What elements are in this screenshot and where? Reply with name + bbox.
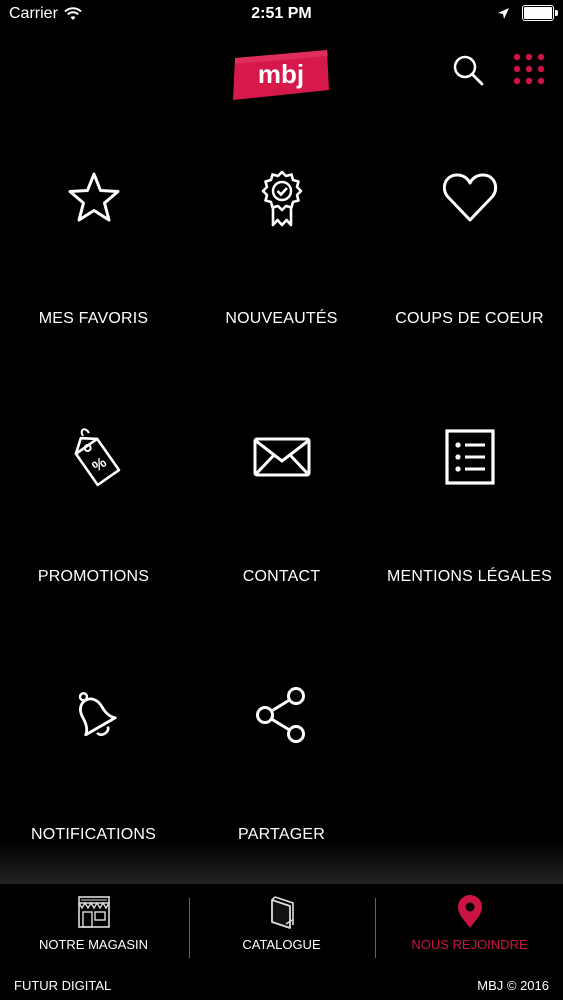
menu-item-label: CONTACT bbox=[242, 568, 321, 585]
status-bar: Carrier 2:51 PM bbox=[0, 0, 563, 30]
svg-text:mbj: mbj bbox=[258, 59, 304, 89]
menu-item-contact[interactable]: CONTACT bbox=[188, 388, 375, 646]
storefront-icon bbox=[77, 896, 110, 928]
menu-item-label: MENTIONS LÉGALES bbox=[386, 568, 553, 585]
menu-item-label: MES FAVORIS bbox=[38, 310, 149, 327]
search-icon[interactable] bbox=[450, 52, 486, 88]
nav-label: NOUS REJOINDRE bbox=[411, 937, 528, 952]
award-badge-icon bbox=[261, 170, 302, 227]
envelope-icon bbox=[253, 437, 310, 477]
footer-credit: FUTUR DIGITAL bbox=[14, 978, 112, 993]
svg-text:%: % bbox=[89, 454, 110, 476]
menu-item-label: COUPS DE COEUR bbox=[395, 310, 544, 327]
menu-item-label: NOUVEAUTÉS bbox=[225, 310, 338, 327]
footer: FUTUR DIGITAL MBJ © 2016 bbox=[0, 968, 563, 1000]
app-header: mbj bbox=[0, 30, 563, 110]
catalogue-icon bbox=[270, 896, 294, 929]
battery-icon bbox=[522, 5, 558, 21]
location-arrow-icon bbox=[498, 7, 509, 19]
footer-copyright: MBJ © 2016 bbox=[477, 978, 549, 993]
nav-nous-rejoindre[interactable]: NOUS REJOINDRE bbox=[376, 884, 563, 968]
menu-item-label: PROMOTIONS bbox=[37, 568, 150, 585]
map-pin-icon bbox=[457, 895, 482, 928]
status-right bbox=[497, 5, 558, 21]
clock: 2:51 PM bbox=[251, 5, 312, 22]
menu-item-nouveautes[interactable]: NOUVEAUTÉS bbox=[188, 130, 375, 388]
list-document-icon bbox=[444, 429, 495, 485]
menu-item-promotions[interactable]: % PROMOTIONS bbox=[0, 388, 187, 646]
star-icon bbox=[68, 172, 119, 222]
bottom-nav: NOTRE MAGASIN CATALOGUE NOUS REJOINDRE bbox=[0, 884, 563, 968]
percent-tag-icon: % bbox=[74, 428, 120, 487]
nav-label: NOTRE MAGASIN bbox=[38, 937, 149, 952]
menu-item-mentions-legales[interactable]: MENTIONS LÉGALES bbox=[376, 388, 563, 646]
heart-icon bbox=[442, 173, 497, 222]
nav-catalogue[interactable]: CATALOGUE bbox=[188, 884, 375, 968]
menu-item-coups-de-coeur[interactable]: COUPS DE COEUR bbox=[376, 130, 563, 388]
grid-dots-icon[interactable] bbox=[512, 52, 546, 86]
nav-notre-magasin[interactable]: NOTRE MAGASIN bbox=[0, 884, 187, 968]
menu-item-favoris[interactable]: MES FAVORIS bbox=[0, 130, 187, 388]
share-icon bbox=[255, 687, 305, 743]
mbj-logo: mbj bbox=[233, 50, 329, 100]
scroll-fade bbox=[0, 840, 563, 885]
bell-icon bbox=[78, 692, 117, 737]
nav-label: CATALOGUE bbox=[242, 937, 321, 952]
